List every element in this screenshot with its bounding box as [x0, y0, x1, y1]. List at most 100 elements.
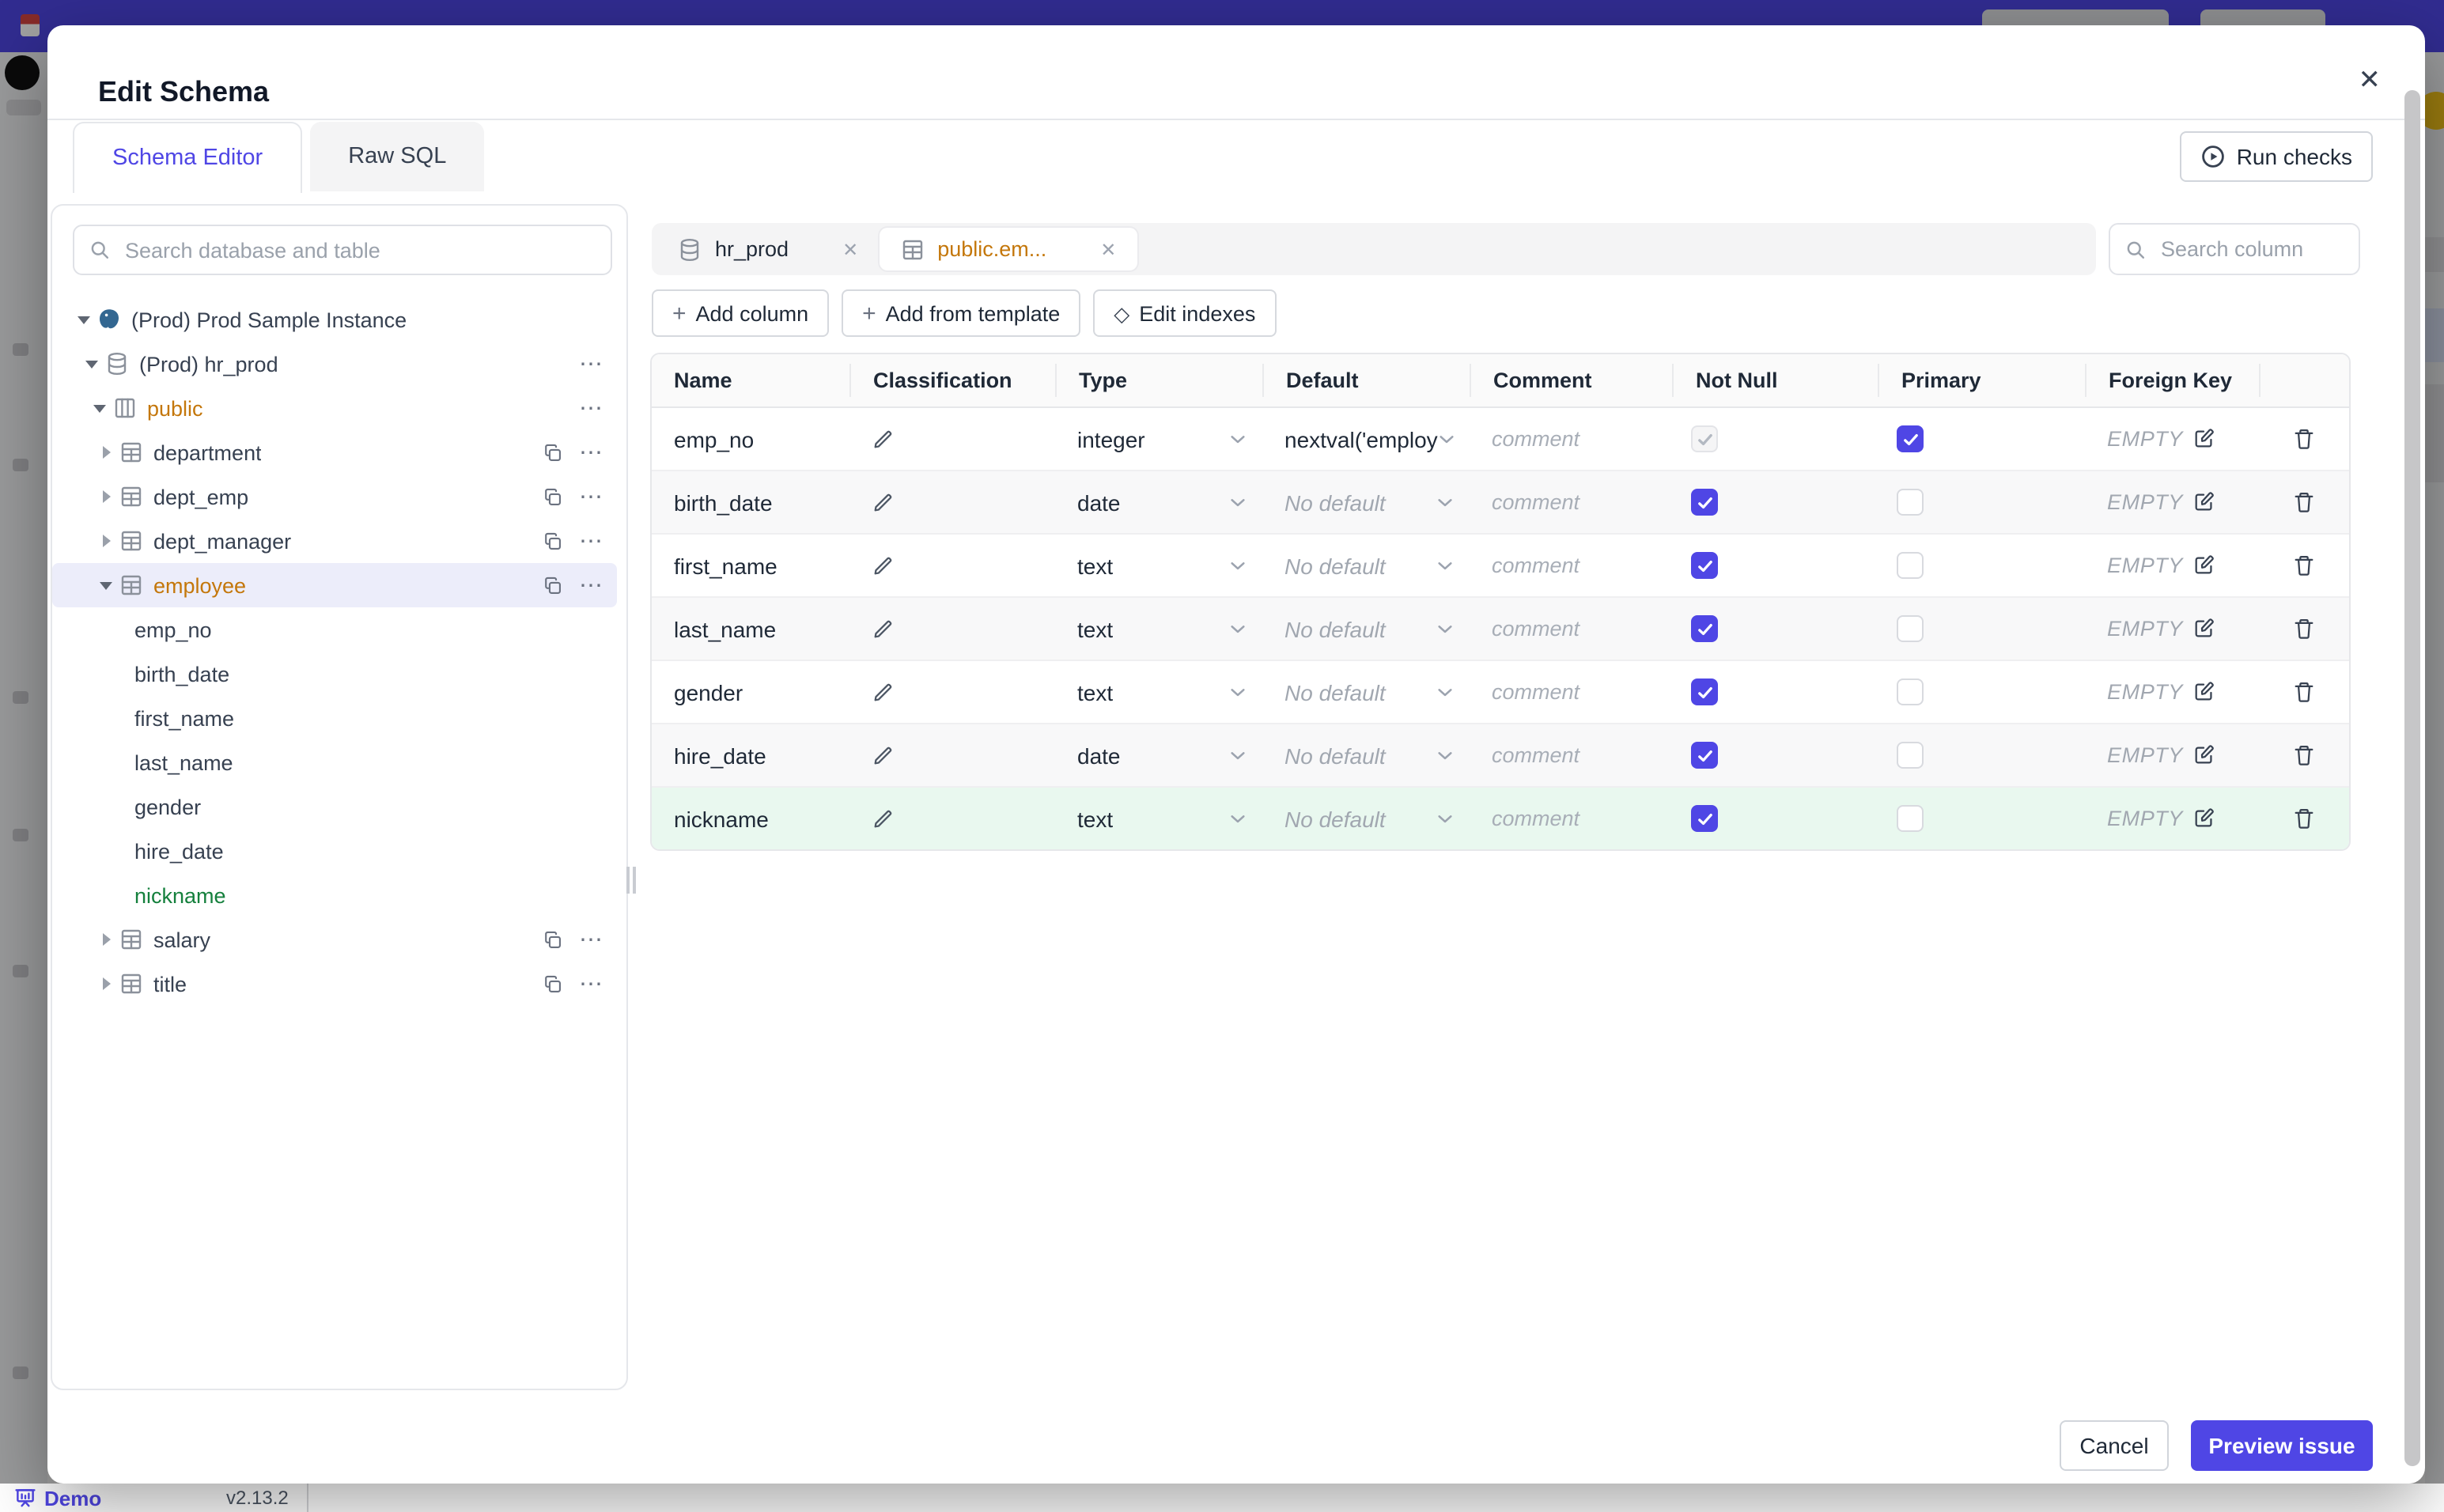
comment-input[interactable]: comment: [1470, 724, 1672, 786]
delete-column-icon[interactable]: [2292, 807, 2316, 830]
not-null-checkbox[interactable]: [1691, 805, 1718, 832]
tree-item[interactable]: (Prod) Prod Sample Instance ⋯: [52, 297, 617, 342]
modal-scrollbar[interactable]: [2404, 90, 2420, 1466]
more-options-icon[interactable]: ⋯: [579, 485, 604, 508]
edit-foreign-key-icon[interactable]: [2192, 554, 2216, 577]
primary-checkbox[interactable]: [1897, 615, 1924, 642]
close-tab-icon[interactable]: ✕: [1100, 240, 1116, 259]
edit-indexes-button[interactable]: ◇ Edit indexes: [1093, 289, 1277, 337]
add-column-button[interactable]: + Add column: [652, 289, 830, 337]
type-select[interactable]: text: [1055, 788, 1262, 849]
tree-item[interactable]: birth_date ⋯: [52, 652, 617, 696]
copy-icon[interactable]: [543, 575, 563, 595]
type-select[interactable]: date: [1055, 724, 1262, 786]
tree-item[interactable]: (Prod) hr_prod ⋯: [52, 342, 617, 386]
edit-foreign-key-icon[interactable]: [2192, 743, 2216, 767]
type-select[interactable]: text: [1055, 661, 1262, 723]
pencil-icon[interactable]: [872, 554, 895, 577]
not-null-checkbox[interactable]: [1691, 615, 1718, 642]
caret-down-icon[interactable]: [93, 404, 106, 412]
delete-column-icon[interactable]: [2292, 427, 2316, 451]
tree-item[interactable]: department ⋯: [52, 430, 617, 474]
tree-item[interactable]: dept_emp ⋯: [52, 474, 617, 519]
panel-resize-handle[interactable]: [626, 867, 639, 894]
primary-checkbox[interactable]: [1897, 552, 1924, 579]
caret-right-icon[interactable]: [102, 535, 110, 547]
not-null-checkbox[interactable]: [1691, 679, 1718, 705]
more-options-icon[interactable]: ⋯: [579, 928, 604, 951]
column-name-cell[interactable]: emp_no: [652, 408, 849, 470]
column-name-cell[interactable]: first_name: [652, 535, 849, 596]
delete-column-icon[interactable]: [2292, 617, 2316, 641]
delete-column-icon[interactable]: [2292, 490, 2316, 514]
pencil-icon[interactable]: [872, 490, 895, 514]
comment-input[interactable]: comment: [1470, 788, 1672, 849]
caret-down-icon[interactable]: [100, 581, 112, 589]
column-name-cell[interactable]: birth_date: [652, 471, 849, 533]
default-select[interactable]: No default: [1262, 724, 1470, 786]
tree-item[interactable]: last_name ⋯: [52, 740, 617, 784]
cancel-button[interactable]: Cancel: [2060, 1420, 2169, 1471]
comment-input[interactable]: comment: [1470, 598, 1672, 660]
pencil-icon[interactable]: [872, 743, 895, 767]
column-name-cell[interactable]: gender: [652, 661, 849, 723]
default-select[interactable]: No default: [1262, 471, 1470, 533]
tab-raw-sql[interactable]: Raw SQL: [310, 122, 485, 191]
default-select[interactable]: No default: [1262, 788, 1470, 849]
caret-down-icon[interactable]: [85, 360, 98, 368]
comment-input[interactable]: comment: [1470, 471, 1672, 533]
column-search-input[interactable]: [2158, 236, 2344, 263]
primary-checkbox[interactable]: [1897, 742, 1924, 769]
tree-item[interactable]: nickname ⋯: [52, 873, 617, 917]
edit-foreign-key-icon[interactable]: [2192, 807, 2216, 830]
not-null-checkbox[interactable]: [1691, 425, 1718, 452]
run-checks-button[interactable]: Run checks: [2179, 131, 2373, 182]
not-null-checkbox[interactable]: [1691, 489, 1718, 516]
comment-input[interactable]: comment: [1470, 661, 1672, 723]
pencil-icon[interactable]: [872, 427, 895, 451]
editor-tab-hr-prod[interactable]: hr_prod ✕: [656, 228, 879, 270]
close-tab-icon[interactable]: ✕: [842, 240, 858, 259]
caret-right-icon[interactable]: [102, 446, 110, 459]
close-icon[interactable]: ✕: [2359, 66, 2382, 93]
comment-input[interactable]: comment: [1470, 535, 1672, 596]
tree-item[interactable]: first_name ⋯: [52, 696, 617, 740]
demo-link[interactable]: Demo: [14, 1486, 101, 1510]
type-select[interactable]: integer: [1055, 408, 1262, 470]
copy-icon[interactable]: [543, 973, 563, 994]
caret-down-icon[interactable]: [78, 316, 90, 323]
edit-foreign-key-icon[interactable]: [2192, 490, 2216, 514]
copy-icon[interactable]: [543, 486, 563, 507]
column-name-cell[interactable]: nickname: [652, 788, 849, 849]
default-select[interactable]: No default: [1262, 535, 1470, 596]
primary-checkbox[interactable]: [1897, 489, 1924, 516]
delete-column-icon[interactable]: [2292, 554, 2316, 577]
tree-search-input[interactable]: [122, 236, 596, 263]
default-select[interactable]: nextval('employ: [1262, 408, 1470, 470]
caret-right-icon[interactable]: [102, 933, 110, 946]
caret-right-icon[interactable]: [102, 490, 110, 503]
tree-item[interactable]: public ⋯: [52, 386, 617, 430]
pencil-icon[interactable]: [872, 807, 895, 830]
delete-column-icon[interactable]: [2292, 680, 2316, 704]
type-select[interactable]: text: [1055, 598, 1262, 660]
tree-item[interactable]: employee ⋯: [52, 563, 617, 607]
edit-foreign-key-icon[interactable]: [2192, 427, 2216, 451]
tree-item[interactable]: hire_date ⋯: [52, 829, 617, 873]
more-options-icon[interactable]: ⋯: [579, 573, 604, 597]
tree-item[interactable]: salary ⋯: [52, 917, 617, 962]
tree-item[interactable]: gender ⋯: [52, 784, 617, 829]
copy-icon[interactable]: [543, 929, 563, 950]
copy-icon[interactable]: [543, 531, 563, 551]
column-name-cell[interactable]: hire_date: [652, 724, 849, 786]
tree-item[interactable]: emp_no ⋯: [52, 607, 617, 652]
add-from-template-button[interactable]: + Add from template: [842, 289, 1081, 337]
pencil-icon[interactable]: [872, 680, 895, 704]
column-name-cell[interactable]: last_name: [652, 598, 849, 660]
primary-checkbox[interactable]: [1897, 679, 1924, 705]
not-null-checkbox[interactable]: [1691, 742, 1718, 769]
comment-input[interactable]: comment: [1470, 408, 1672, 470]
caret-right-icon[interactable]: [102, 977, 110, 990]
type-select[interactable]: text: [1055, 535, 1262, 596]
preview-issue-button[interactable]: Preview issue: [2191, 1420, 2373, 1471]
